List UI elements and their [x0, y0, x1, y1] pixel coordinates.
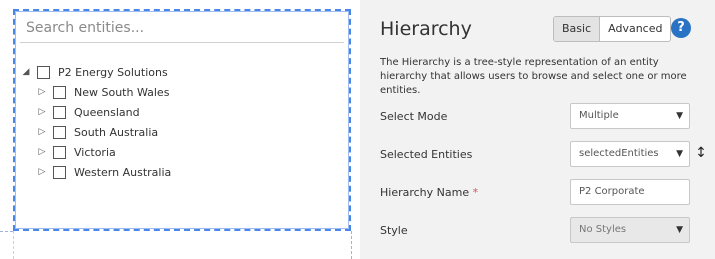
triangle-right-icon[interactable]: ▷ — [35, 127, 49, 137]
hierarchy-widget[interactable]: ◢ P2 Energy Solutions ▷ New South Wales … — [13, 9, 351, 231]
select-mode-label: Select Mode — [380, 110, 448, 123]
tree-node-label: P2 Energy Solutions — [58, 65, 168, 79]
mode-toggle: Basic Advanced — [553, 16, 672, 42]
panel-description: The Hierarchy is a tree-style representa… — [380, 57, 687, 96]
hierarchy-name-value: P2 Corporate — [579, 186, 645, 197]
tree-node-wa[interactable]: ▷ Western Australia — [19, 162, 171, 182]
checkbox[interactable] — [37, 65, 50, 79]
select-mode-value: Multiple — [579, 110, 619, 121]
help-icon[interactable]: ? — [671, 18, 691, 38]
selected-entities-dropdown[interactable]: selectedEntities ▼ — [570, 141, 690, 167]
checkbox[interactable] — [53, 125, 66, 139]
tree-node-nsw[interactable]: ▷ New South Wales — [19, 82, 171, 102]
chevron-down-icon: ▼ — [676, 111, 683, 121]
hierarchy-name-input[interactable]: P2 Corporate — [570, 179, 690, 205]
hierarchy-name-label: Hierarchy Name * — [380, 186, 478, 199]
triangle-down-icon[interactable]: ◢ — [19, 67, 33, 77]
tree-node-label: Western Australia — [74, 165, 172, 179]
selected-entities-label: Selected Entities — [380, 148, 473, 161]
layout-guide — [0, 231, 13, 232]
basic-tab[interactable]: Basic — [554, 17, 601, 41]
tree-node-label: New South Wales — [74, 85, 170, 99]
tree-node-label: South Australia — [74, 125, 159, 139]
selected-entities-value: selectedEntities — [579, 148, 659, 159]
advanced-tab[interactable]: Advanced — [600, 17, 670, 41]
search-input[interactable] — [20, 14, 344, 43]
triangle-right-icon[interactable]: ▷ — [35, 167, 49, 177]
tree-node-vic[interactable]: ▷ Victoria — [19, 142, 171, 162]
select-mode-dropdown[interactable]: Multiple ▼ — [570, 103, 690, 129]
tree-node-root[interactable]: ◢ P2 Energy Solutions — [19, 62, 171, 82]
layout-guide — [351, 231, 352, 259]
style-dropdown[interactable]: No Styles ▼ — [570, 217, 690, 243]
tree-node-sa[interactable]: ▷ South Australia — [19, 122, 171, 142]
checkbox[interactable] — [53, 105, 66, 119]
layout-guide — [13, 231, 14, 259]
checkbox[interactable] — [53, 165, 66, 179]
checkbox[interactable] — [53, 85, 66, 99]
tree-node-label: Queensland — [74, 105, 140, 119]
panel-title: Hierarchy — [380, 18, 472, 40]
style-label: Style — [380, 224, 408, 237]
tree-node-qld[interactable]: ▷ Queensland — [19, 102, 171, 122]
chevron-down-icon: ▼ — [676, 225, 683, 235]
style-value: No Styles — [579, 224, 627, 235]
tree-node-label: Victoria — [74, 145, 116, 159]
properties-panel: Hierarchy Basic Advanced ? The Hierarchy… — [360, 0, 715, 259]
checkbox[interactable] — [53, 145, 66, 159]
entity-tree: ◢ P2 Energy Solutions ▷ New South Wales … — [19, 62, 171, 182]
triangle-right-icon[interactable]: ▷ — [35, 87, 49, 97]
triangle-right-icon[interactable]: ▷ — [35, 107, 49, 117]
chevron-down-icon: ▼ — [676, 149, 683, 159]
design-canvas: ◢ P2 Energy Solutions ▷ New South Wales … — [0, 0, 360, 259]
vertical-resize-icon[interactable]: ↕ — [694, 143, 708, 163]
hierarchy-name-label-text: Hierarchy Name — [380, 186, 470, 199]
required-marker: * — [472, 186, 479, 199]
triangle-right-icon[interactable]: ▷ — [35, 147, 49, 157]
